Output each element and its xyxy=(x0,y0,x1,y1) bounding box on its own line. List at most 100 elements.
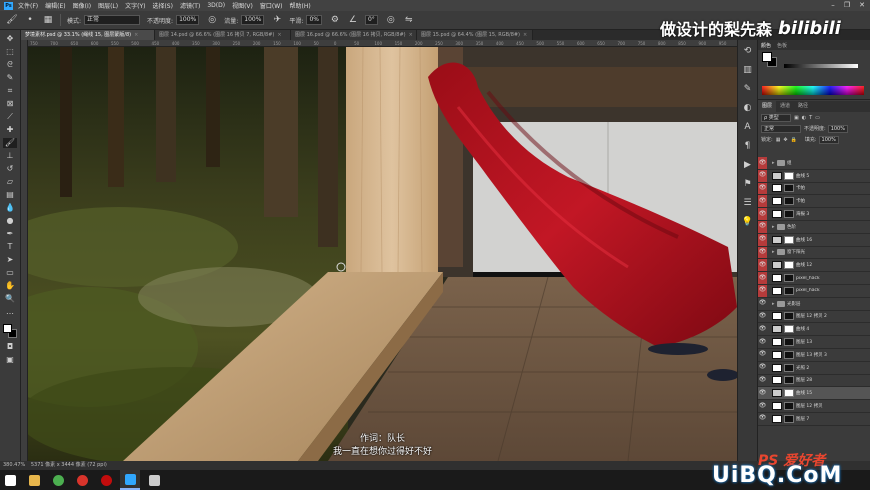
pressure-size-icon[interactable]: ◎ xyxy=(385,14,397,26)
quick-select-tool-icon[interactable]: ✎ xyxy=(3,73,17,83)
symmetry-icon[interactable]: ⇋ xyxy=(403,14,415,26)
taskbar-button[interactable] xyxy=(24,470,44,490)
visibility-eye-icon[interactable]: 👁 xyxy=(758,259,767,272)
layer-row[interactable]: 👁 曲线 16 xyxy=(758,233,870,247)
filter-shape-icon[interactable]: ▭ xyxy=(815,115,820,121)
lock-pixels-icon[interactable]: ▦ xyxy=(776,137,781,143)
move-tool-icon[interactable]: ✥ xyxy=(3,34,17,44)
layer-row[interactable]: 👁 图层 28 xyxy=(758,375,870,388)
layer-thumbnail[interactable] xyxy=(772,312,782,321)
foreground-swatch[interactable] xyxy=(3,324,12,333)
visibility-eye-icon[interactable]: 👁 xyxy=(758,413,767,425)
flow-field[interactable]: 100% xyxy=(241,15,265,25)
styles-panel-icon[interactable]: ⚑ xyxy=(742,178,754,190)
menu-image[interactable]: 图像(I) xyxy=(73,1,91,10)
menu-filter[interactable]: 滤镜(T) xyxy=(180,1,200,10)
type-tool-icon[interactable]: T xyxy=(3,242,17,252)
layer-row[interactable]: 👁 ▸ 光影层 xyxy=(758,298,870,311)
layer-row[interactable]: 👁 海报 3 xyxy=(758,208,870,221)
layer-row[interactable]: 👁 图层 7 xyxy=(758,413,870,426)
visibility-eye-icon[interactable]: 👁 xyxy=(758,375,767,387)
filter-pixel-icon[interactable]: ▣ xyxy=(794,115,799,121)
brush-tool-icon[interactable]: 🖌 xyxy=(3,138,17,148)
layer-row[interactable]: 👁 ▸ 窗下阳光 xyxy=(758,246,870,260)
layer-row[interactable]: 👁 曲线 12 xyxy=(758,259,870,273)
visibility-eye-icon[interactable]: 👁 xyxy=(758,272,767,284)
adjustment-thumbnail[interactable] xyxy=(772,235,782,244)
visibility-eye-icon[interactable]: 👁 xyxy=(758,298,767,310)
visibility-eye-icon[interactable]: 👁 xyxy=(758,195,767,208)
layer-row[interactable]: 👁 图层 13 拷贝 3 xyxy=(758,349,870,362)
layer-mask-thumbnail[interactable] xyxy=(784,197,794,206)
layer-mask-thumbnail[interactable] xyxy=(784,274,794,283)
panel-foreground-swatch[interactable] xyxy=(762,52,772,62)
layer-row[interactable]: 👁 pixel_hack xyxy=(758,284,870,298)
brush-icon[interactable]: 🖌 xyxy=(6,14,18,26)
tab-swatches[interactable]: 色板 xyxy=(777,42,787,49)
filter-adjustment-icon[interactable]: ◐ xyxy=(802,115,806,121)
layer-mask-thumbnail[interactable] xyxy=(784,235,794,244)
history-brush-tool-icon[interactable]: ↺ xyxy=(3,164,17,174)
layer-row[interactable]: 👁 曲线 4 xyxy=(758,323,870,337)
mode-select[interactable]: 正常 xyxy=(84,15,141,25)
adjustment-thumbnail[interactable] xyxy=(772,389,782,398)
menu-select[interactable]: 选择(S) xyxy=(152,1,173,10)
libraries-panel-icon[interactable]: ☰ xyxy=(742,197,754,209)
fill-field[interactable]: 100% xyxy=(818,135,839,144)
doc-tab[interactable]: 图层 16.psd @ 66.6% (图层 16 拷贝, RGB/8#) × xyxy=(291,30,417,40)
layer-thumbnail[interactable] xyxy=(772,338,782,347)
menu-layer[interactable]: 图层(L) xyxy=(98,1,118,10)
doc-tab[interactable]: 图层 15.psd @ 64.4% (图层 15, RGB/8#) × xyxy=(417,30,533,40)
visibility-eye-icon[interactable]: 👁 xyxy=(758,157,767,169)
layer-row[interactable]: 👁 卡帕 xyxy=(758,182,870,196)
visibility-eye-icon[interactable]: 👁 xyxy=(758,182,767,195)
layer-row[interactable]: 👁 ▸ 色阶 xyxy=(758,220,870,234)
smoothing-field[interactable]: 0% xyxy=(306,15,322,25)
layer-mask-thumbnail[interactable] xyxy=(784,171,794,180)
layer-row[interactable]: 👁 曲线 15 xyxy=(758,387,870,401)
hand-tool-icon[interactable]: ✋ xyxy=(3,281,17,291)
color-swatches[interactable] xyxy=(2,323,18,339)
layer-mask-thumbnail[interactable] xyxy=(784,210,794,219)
screen-mode-icon[interactable]: ▣ xyxy=(3,355,17,365)
color-spectrum[interactable] xyxy=(762,86,864,95)
airbrush-icon[interactable]: ✈ xyxy=(271,14,283,26)
layer-row[interactable]: 👁 pixel_hack xyxy=(758,272,870,285)
gradient-tool-icon[interactable]: ▤ xyxy=(3,190,17,200)
restore-icon[interactable]: ❐ xyxy=(840,0,854,11)
layer-thumbnail[interactable] xyxy=(772,376,782,385)
tab-channels[interactable]: 通道 xyxy=(776,101,794,112)
layer-row[interactable]: 👁 图层 12 拷贝 xyxy=(758,400,870,413)
visibility-eye-icon[interactable]: 👁 xyxy=(758,323,767,335)
marquee-tool-icon[interactable]: ⬚ xyxy=(3,47,17,57)
brush-settings-icon[interactable]: ▦ xyxy=(42,14,54,26)
doc-tab[interactable]: 梦境素材.psd @ 33.1% (绳线 15, 图层蒙版/8) × xyxy=(21,30,155,40)
adjustments-panel-icon[interactable]: ◐ xyxy=(742,102,754,114)
taskbar-button[interactable] xyxy=(0,470,20,490)
visibility-eye-icon[interactable]: 👁 xyxy=(758,233,767,246)
paragraph-panel-icon[interactable]: ¶ xyxy=(742,140,754,152)
quick-mask-icon[interactable]: ◘ xyxy=(3,342,17,352)
visibility-eye-icon[interactable]: 👁 xyxy=(758,400,767,412)
taskbar-button[interactable] xyxy=(72,470,92,490)
taskbar-button[interactable] xyxy=(120,470,140,490)
zoom-tool-icon[interactable]: 🔍 xyxy=(3,294,17,304)
character-panel-icon[interactable]: A xyxy=(742,121,754,133)
close-tab-icon[interactable]: × xyxy=(409,32,413,38)
visibility-eye-icon[interactable]: 👁 xyxy=(758,284,767,297)
close-tab-icon[interactable]: × xyxy=(277,32,281,38)
layer-mask-thumbnail[interactable] xyxy=(784,338,794,347)
layer-mask-thumbnail[interactable] xyxy=(784,325,794,334)
layer-mask-thumbnail[interactable] xyxy=(784,350,794,359)
vertical-ruler[interactable] xyxy=(21,40,28,461)
adjustment-thumbnail[interactable] xyxy=(772,325,782,334)
layer-thumbnail[interactable] xyxy=(772,274,782,283)
close-icon[interactable]: ✕ xyxy=(855,0,869,11)
close-tab-icon[interactable]: × xyxy=(523,32,527,38)
history-panel-icon[interactable]: ⟲ xyxy=(742,45,754,57)
opacity-field[interactable]: 100% xyxy=(176,15,200,25)
tab-color[interactable]: 颜色 xyxy=(761,42,771,49)
visibility-eye-icon[interactable]: 👁 xyxy=(758,246,767,259)
layer-row[interactable]: 👁 图层 13 xyxy=(758,336,870,349)
frame-tool-icon[interactable]: ⊠ xyxy=(3,99,17,109)
